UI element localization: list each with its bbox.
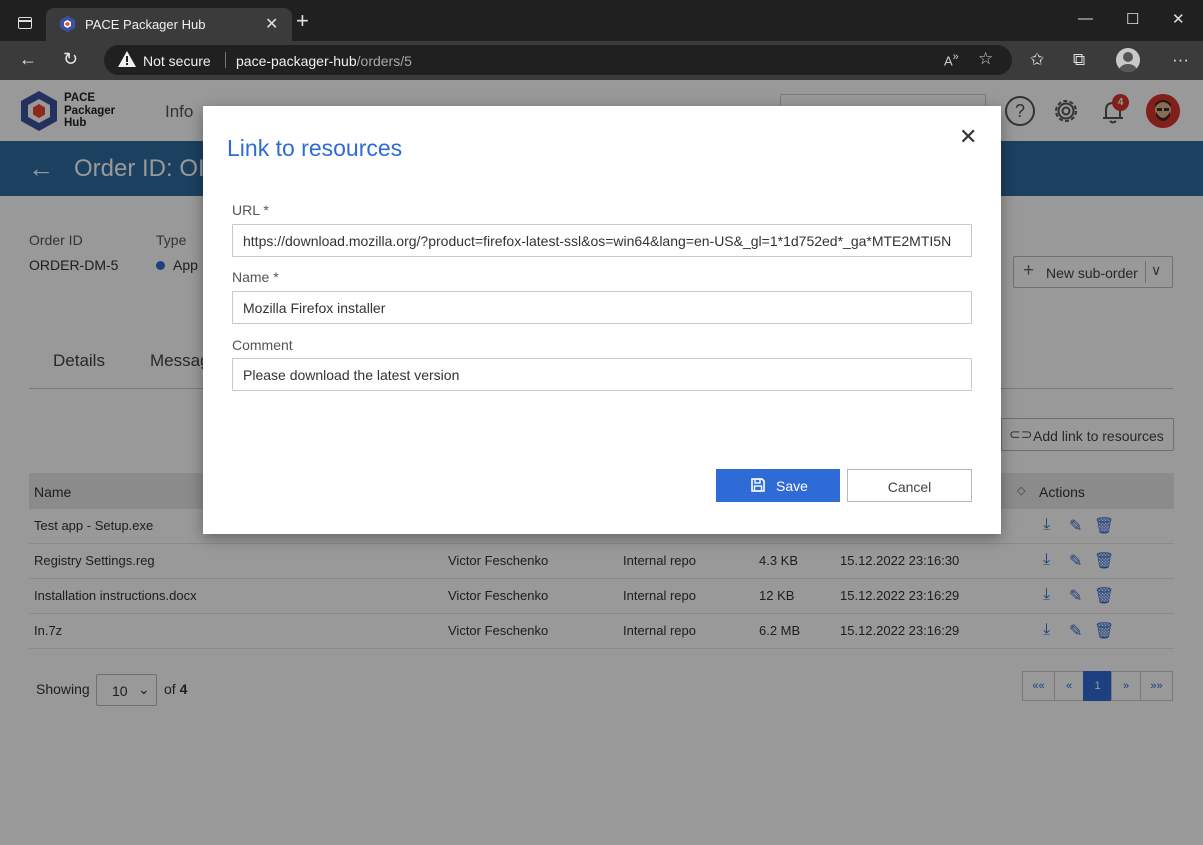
- link-to-resources-dialog: Link to resources ✕ URL * Name * Comment…: [203, 106, 1001, 534]
- browser-address-bar: ← ↻ Not secure pace-packager-hub/orders/…: [0, 41, 1203, 80]
- save-label: Save: [776, 478, 808, 494]
- save-button[interactable]: Save: [716, 469, 840, 502]
- minimize-icon[interactable]: —: [1078, 10, 1093, 27]
- back-arrow-icon[interactable]: ←: [19, 49, 37, 70]
- url-field[interactable]: Not secure pace-packager-hub/orders/5 A»…: [104, 45, 1012, 75]
- tab-actions-icon[interactable]: [18, 17, 32, 29]
- url-path: /orders/5: [356, 53, 412, 69]
- cancel-label: Cancel: [887, 479, 932, 495]
- refresh-icon[interactable]: ↻: [63, 49, 78, 70]
- browser-tab[interactable]: PACE Packager Hub ✕: [46, 8, 292, 41]
- close-icon[interactable]: ✕: [959, 126, 977, 148]
- dialog-title: Link to resources: [227, 135, 403, 161]
- profile-icon[interactable]: [1116, 48, 1140, 72]
- warning-icon: [118, 51, 136, 67]
- read-aloud-icon[interactable]: A»: [944, 51, 959, 68]
- add-favorite-icon[interactable]: ☆: [978, 49, 993, 69]
- floppy-disk-icon: [751, 478, 765, 492]
- url-label: URL *: [232, 202, 269, 218]
- url-separator: [225, 52, 226, 68]
- window-close-icon[interactable]: ✕: [1172, 10, 1185, 28]
- url-text: pace-packager-hub/orders/5: [236, 53, 412, 69]
- url-input[interactable]: [232, 224, 972, 257]
- new-tab-icon[interactable]: +: [296, 10, 309, 32]
- comment-input[interactable]: [232, 358, 972, 391]
- name-label: Name *: [232, 269, 279, 285]
- cancel-button[interactable]: Cancel: [847, 469, 972, 502]
- security-status: Not secure: [143, 53, 211, 69]
- tab-close-icon[interactable]: ✕: [265, 14, 278, 34]
- more-menu-icon[interactable]: ···: [1172, 50, 1189, 70]
- comment-label: Comment: [232, 337, 293, 353]
- favorites-icon[interactable]: ✩: [1030, 50, 1044, 70]
- browser-tab-bar: PACE Packager Hub ✕ + — ☐ ✕: [0, 0, 1203, 41]
- tab-title: PACE Packager Hub: [85, 17, 206, 32]
- maximize-icon[interactable]: ☐: [1126, 10, 1139, 28]
- name-input[interactable]: [232, 291, 972, 324]
- url-host: pace-packager-hub: [236, 53, 357, 69]
- collections-icon[interactable]: ⧉: [1073, 50, 1085, 70]
- pace-favicon-icon: [60, 16, 75, 32]
